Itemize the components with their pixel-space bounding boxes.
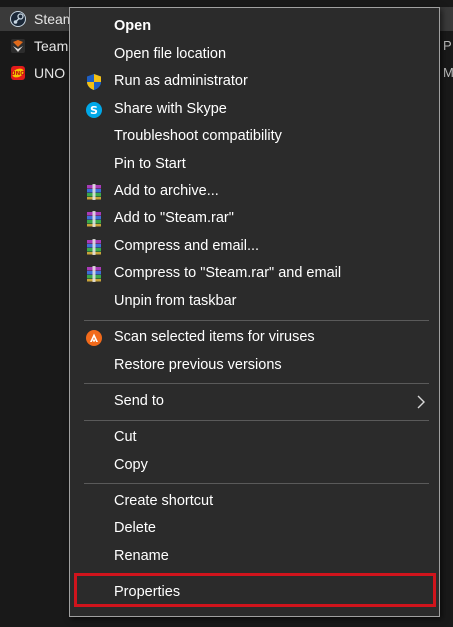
menu-separator	[84, 483, 429, 484]
menu-item-label: Troubleshoot compatibility	[114, 128, 282, 144]
menu-item-label: Run as administrator	[114, 73, 248, 89]
menu-item-label: Compress to "Steam.rar" and email	[114, 265, 342, 281]
file-column-edge: M	[443, 65, 453, 80]
chevron-right-icon	[417, 395, 425, 409]
svg-text:S: S	[90, 104, 98, 117]
menu-item-properties[interactable]: Properties	[71, 579, 438, 606]
menu-item-label: Scan selected items for viruses	[114, 329, 315, 345]
menu-item-label: Rename	[114, 548, 169, 564]
menu-item-open-file-location[interactable]: Open file location	[71, 41, 438, 68]
menu-item-label: Send to	[114, 393, 164, 409]
menu-separator	[84, 420, 429, 421]
menu-item-label: Compress and email...	[114, 238, 260, 254]
menu-item-label: Properties	[114, 584, 181, 600]
file-column-edge: P	[443, 38, 452, 53]
menu-separator	[84, 574, 429, 575]
menu-item-scan-for-viruses[interactable]: Scan selected items for viruses	[71, 324, 438, 351]
menu-item-label: Pin to Start	[114, 156, 186, 172]
winrar-icon	[87, 239, 101, 255]
menu-item-copy[interactable]: Copy	[71, 452, 438, 479]
menu-item-label: Restore previous versions	[114, 357, 282, 373]
winrar-icon	[87, 184, 101, 200]
menu-item-label: Copy	[114, 457, 148, 473]
menu-item-send-to[interactable]: Send to	[71, 388, 438, 415]
steam-icon	[10, 11, 26, 27]
menu-item-label: Open file location	[114, 46, 227, 62]
menu-item-label: Add to archive...	[114, 183, 219, 199]
skype-icon: S	[86, 102, 102, 118]
menu-item-label: Add to "Steam.rar"	[114, 210, 234, 226]
file-name: UNO	[34, 65, 66, 81]
menu-item-rename[interactable]: Rename	[71, 543, 438, 570]
menu-item-cut[interactable]: Cut	[71, 424, 438, 451]
winrar-icon	[87, 211, 101, 227]
menu-separator	[84, 383, 429, 384]
menu-item-label: Open	[114, 18, 152, 34]
menu-item-label: Delete	[114, 520, 156, 536]
menu-item-add-to-archive[interactable]: Add to archive...	[71, 178, 438, 205]
menu-item-label: Share with Skype	[114, 101, 227, 117]
team-icon	[11, 39, 25, 53]
desktop-background: Steam Team P UNO UNO M Open Open file lo…	[0, 0, 453, 627]
menu-item-run-as-administrator[interactable]: Run as administrator	[71, 68, 438, 95]
menu-item-pin-to-start[interactable]: Pin to Start	[71, 151, 438, 178]
uno-icon: UNO	[11, 66, 25, 80]
menu-item-unpin-from-taskbar[interactable]: Unpin from taskbar	[71, 288, 438, 315]
menu-item-delete[interactable]: Delete	[71, 515, 438, 542]
menu-item-label: Unpin from taskbar	[114, 293, 237, 309]
menu-item-label: Cut	[114, 429, 137, 445]
uac-shield-icon	[87, 74, 101, 90]
menu-item-compress-and-email[interactable]: Compress and email...	[71, 233, 438, 260]
menu-item-share-with-skype[interactable]: S Share with Skype	[71, 96, 438, 123]
menu-item-create-shortcut[interactable]: Create shortcut	[71, 488, 438, 515]
winrar-icon	[87, 266, 101, 282]
file-name: Team	[34, 38, 69, 54]
avast-icon	[86, 330, 102, 346]
menu-item-open[interactable]: Open	[71, 13, 438, 40]
svg-text:UNO: UNO	[11, 71, 25, 77]
menu-item-label: Create shortcut	[114, 493, 214, 509]
context-menu: Open Open file location Run as administr…	[69, 7, 440, 617]
menu-item-restore-previous-versions[interactable]: Restore previous versions	[71, 352, 438, 379]
menu-item-troubleshoot-compatibility[interactable]: Troubleshoot compatibility	[71, 123, 438, 150]
menu-separator	[84, 320, 429, 321]
menu-item-add-to-steam-rar[interactable]: Add to "Steam.rar"	[71, 205, 438, 232]
menu-item-compress-to-steam-rar-and-email[interactable]: Compress to "Steam.rar" and email	[71, 260, 438, 287]
